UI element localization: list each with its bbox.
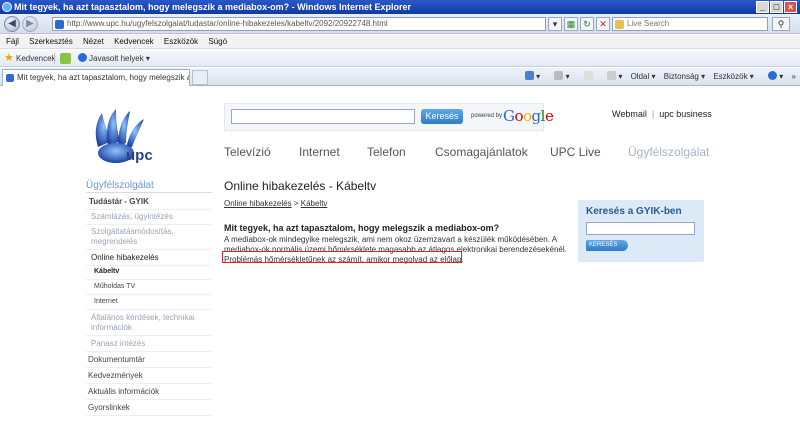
address-bar: ◀ ▶ http://www.upc.hu/ugyfelszolgalat/tu…	[0, 14, 800, 34]
sidebar-item-panasz[interactable]: Panasz intézés	[86, 339, 212, 352]
nav-internet[interactable]: Internet	[299, 145, 340, 159]
page-menu[interactable]: Oldal ▾	[631, 72, 656, 81]
sidebar-item-tudastar[interactable]: Tudástár - GYIK	[86, 197, 212, 210]
safety-menu[interactable]: Biztonság ▾	[664, 72, 705, 81]
main-nav: Televízió Internet Telefon Csomagajánlat…	[224, 145, 714, 163]
forward-button[interactable]: ▶	[22, 16, 38, 32]
window-title-bar: Mit tegyek, ha azt tapasztalom, hogy mel…	[0, 0, 800, 14]
faq-search-panel: Keresés a GYIK-ben KERESÉS	[578, 200, 704, 262]
webmail-link[interactable]: Webmail	[612, 109, 647, 119]
live-search-placeholder: Live Search	[627, 19, 670, 28]
url-text: http://www.upc.hu/ugyfelszolgalat/tudast…	[67, 19, 388, 28]
nav-upc-live[interactable]: UPC Live	[550, 145, 601, 159]
mail-icon[interactable]	[578, 71, 593, 81]
highlight-box	[222, 251, 462, 263]
tools-menu[interactable]: Eszközök ▾	[713, 72, 753, 81]
sidebar-item-altalanos[interactable]: Általános kérdések, technikai információ…	[86, 313, 212, 336]
help-icon[interactable]: ▾	[762, 71, 783, 81]
favorites-star-icon: ★	[4, 52, 14, 64]
menu-help[interactable]: Súgó	[208, 37, 227, 46]
google-logo: Google	[503, 107, 554, 125]
page-content: upc Keresés powered by Google Webmail | up…	[0, 87, 800, 424]
back-button[interactable]: ◀	[4, 16, 20, 32]
faq-search-input[interactable]	[586, 222, 695, 235]
breadcrumb: Online hibakezelés > Kábeltv	[224, 199, 327, 208]
add-favorite-icon[interactable]	[60, 53, 71, 64]
faq-search-button[interactable]: KERESÉS	[586, 240, 628, 251]
site-search-box: Keresés powered by Google	[224, 103, 554, 131]
nav-ugyfelszolgalat[interactable]: Ügyfélszolgálat	[628, 145, 709, 159]
faq-question: Mit tegyek, ha azt tapasztalom, hogy mel…	[224, 223, 500, 233]
menu-edit[interactable]: Szerkesztés	[29, 37, 73, 46]
breadcrumb-current-link[interactable]: Kábeltv	[301, 199, 328, 208]
stop-icon[interactable]: ✕	[596, 17, 610, 31]
sidebar-item-szamlazas[interactable]: Számlázás, ügyintézés	[86, 212, 212, 225]
compatibility-icon[interactable]: ▦	[564, 17, 578, 31]
print-icon[interactable]: ▾	[601, 71, 622, 81]
site-search-button[interactable]: Keresés	[421, 109, 463, 124]
search-go-icon[interactable]: ⚲	[772, 17, 790, 31]
command-bar: ▾ ▾ ▾ Oldal ▾ Biztonság ▾ Eszközök ▾ ▾ »	[513, 68, 796, 86]
breadcrumb-parent-link[interactable]: Online hibakezelés	[224, 199, 292, 208]
minimize-button[interactable]: _	[756, 1, 769, 13]
sidebar-item-aktualis[interactable]: Aktuális információk	[86, 387, 212, 400]
home-icon[interactable]: ▾	[519, 71, 540, 81]
page-title: Online hibakezelés - Kábeltv	[224, 179, 377, 193]
site-search-input[interactable]	[231, 109, 415, 124]
new-tab-button[interactable]	[192, 70, 208, 85]
sidebar-item-kedvezmenyek[interactable]: Kedvezmények	[86, 371, 212, 384]
menu-bar: Fájl Szerkesztés Nézet Kedvencek Eszközö…	[0, 35, 800, 49]
favorites-button[interactable]: Kedvencek	[16, 50, 56, 67]
upc-business-link[interactable]: upc business	[659, 109, 712, 119]
feeds-icon[interactable]: ▾	[548, 71, 570, 81]
menu-file[interactable]: Fájl	[6, 37, 19, 46]
site-favicon-icon	[55, 20, 64, 29]
top-links: Webmail | upc business	[612, 109, 712, 119]
url-field[interactable]: http://www.upc.hu/ugyfelszolgalat/tudast…	[52, 17, 546, 31]
live-search-icon	[615, 20, 624, 29]
tab-title: Mit tegyek, ha azt tapasztalom, hogy mel…	[17, 73, 189, 82]
suggested-sites-button[interactable]: Javasolt helyek ▾	[78, 50, 150, 67]
sidebar-item-szolgaltatasmodositas[interactable]: Szolgáltatásmódosítás, megrendelés	[86, 227, 212, 250]
sidebar-title: Ügyfélszolgálat	[86, 179, 212, 193]
nav-csomagajanlatok[interactable]: Csomagajánlatok	[435, 145, 528, 159]
suggested-sites-icon	[78, 53, 87, 62]
powered-by-label: powered by	[471, 113, 503, 119]
chevron-right-icon[interactable]: »	[792, 72, 796, 81]
nav-televizio[interactable]: Televízió	[224, 145, 271, 159]
tab-bar: Mit tegyek, ha azt tapasztalom, hogy mel…	[0, 68, 800, 86]
sidebar-item-dokumentumtar[interactable]: Dokumentumtár	[86, 355, 212, 368]
favorites-bar: ★ Kedvencek Javasolt helyek ▾	[0, 50, 800, 67]
browser-tab[interactable]: Mit tegyek, ha azt tapasztalom, hogy mel…	[2, 69, 190, 86]
close-window-button[interactable]: ×	[784, 1, 797, 13]
ie-icon	[2, 2, 12, 12]
sidebar-item-gyorslinkek[interactable]: Gyorslinkek	[86, 403, 212, 416]
window-title: Mit tegyek, ha azt tapasztalom, hogy mel…	[14, 2, 411, 12]
sidebar-item-internet[interactable]: Internet	[86, 297, 212, 310]
upc-logo-text: upc	[126, 147, 153, 164]
menu-favorites[interactable]: Kedvencek	[114, 37, 154, 46]
divider	[54, 53, 55, 64]
tab-favicon-icon	[6, 74, 14, 82]
suggested-sites-label: Javasolt helyek ▾	[89, 54, 150, 63]
live-search-input[interactable]: Live Search	[612, 17, 768, 31]
nav-telefon[interactable]: Telefon	[367, 145, 406, 159]
url-dropdown-icon[interactable]: ▾	[548, 17, 562, 31]
sidebar-item-kabeltv[interactable]: Kábeltv	[86, 267, 212, 280]
sidebar-item-online-hibakezeles[interactable]: Online hibakezelés	[86, 253, 212, 266]
sidebar-item-muholdas-tv[interactable]: Műholdas TV	[86, 282, 212, 295]
menu-tools[interactable]: Eszközök	[164, 37, 198, 46]
breadcrumb-separator: >	[291, 199, 301, 208]
refresh-icon[interactable]: ↻	[580, 17, 594, 31]
menu-view[interactable]: Nézet	[83, 37, 104, 46]
maximize-button[interactable]: □	[770, 1, 783, 13]
faq-search-title: Keresés a GYIK-ben	[586, 206, 682, 217]
